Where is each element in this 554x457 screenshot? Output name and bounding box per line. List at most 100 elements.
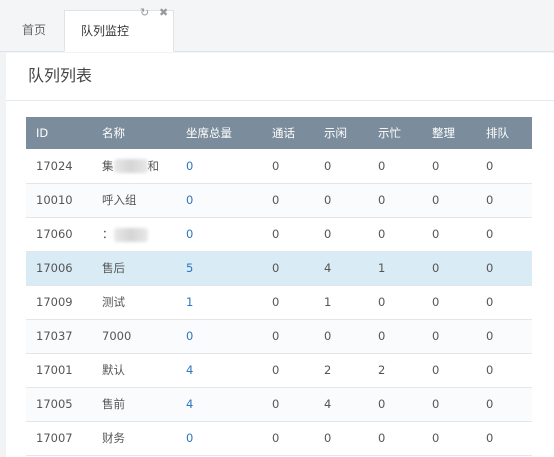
panel-title: 队列列表	[6, 53, 554, 101]
cell-total-agents[interactable]: 4	[176, 353, 262, 388]
redacted-text-mask	[113, 159, 148, 174]
table-row[interactable]: 17060： 0 0 0 0 0 0	[26, 217, 532, 252]
cell-on-call: 0	[262, 421, 314, 456]
column-header-total-agents[interactable]: 坐席总量	[176, 117, 262, 149]
cell-idle: 2	[314, 353, 368, 388]
table-row[interactable]: 17007 财务 0 0 0 0 0 0	[26, 421, 532, 456]
cell-total-agents[interactable]: 1	[176, 285, 262, 320]
cell-id: 17001	[26, 353, 92, 388]
column-header-queued[interactable]: 排队	[476, 117, 532, 149]
cell-name: 测试	[92, 285, 176, 320]
cell-name: 呼入组	[92, 183, 176, 218]
cell-name: 售前	[92, 387, 176, 422]
cell-idle: 0	[314, 421, 368, 456]
cell-on-call: 0	[262, 183, 314, 218]
column-header-busy[interactable]: 示忙	[368, 117, 422, 149]
cell-name: ：	[92, 217, 176, 252]
cell-total-agents[interactable]: 5	[176, 251, 262, 286]
column-header-name[interactable]: 名称	[92, 117, 176, 149]
cell-queued: 0	[476, 421, 532, 456]
cell-total-agents[interactable]: 0	[176, 183, 262, 218]
cell-queued: 0	[476, 285, 532, 320]
cell-wrap-up: 0	[422, 149, 476, 184]
cell-on-call: 0	[262, 217, 314, 252]
cell-id: 17024	[26, 149, 92, 184]
column-header-wrap-up[interactable]: 整理	[422, 117, 476, 149]
tab-bar: 首页 队列监控 ↻ ✖	[0, 0, 554, 52]
cell-queued: 0	[476, 387, 532, 422]
refresh-icon[interactable]: ↻	[140, 3, 149, 23]
cell-wrap-up: 0	[422, 387, 476, 422]
cell-busy: 0	[368, 421, 422, 456]
table-row[interactable]: 17006 售后 5 0 4 1 0 0	[26, 251, 532, 286]
cell-name: 7000	[92, 319, 176, 354]
cell-wrap-up: 0	[422, 183, 476, 218]
cell-id: 17009	[26, 285, 92, 320]
table-row[interactable]: 17001 默认 4 0 2 2 0 0	[26, 353, 532, 388]
cell-busy: 0	[368, 285, 422, 320]
cell-busy: 0	[368, 149, 422, 184]
cell-total-agents[interactable]: 4	[176, 387, 262, 422]
redacted-text-mask	[113, 227, 148, 242]
cell-queued: 0	[476, 217, 532, 252]
column-header-idle[interactable]: 示闲	[314, 117, 368, 149]
cell-queued: 0	[476, 183, 532, 218]
queue-list-panel: 队列列表 ID 名称 坐席总量 通话 示闲 示忙 整理 排队 17024 集 和…	[6, 53, 554, 457]
cell-idle: 4	[314, 387, 368, 422]
table-header-row: ID 名称 坐席总量 通话 示闲 示忙 整理 排队	[26, 117, 532, 149]
cell-wrap-up: 0	[422, 251, 476, 286]
queue-table: ID 名称 坐席总量 通话 示闲 示忙 整理 排队 17024 集和 0 0 0 0 0 0 1…	[26, 117, 532, 456]
cell-on-call: 0	[262, 149, 314, 184]
cell-queued: 0	[476, 251, 532, 286]
cell-on-call: 0	[262, 319, 314, 354]
cell-id: 17037	[26, 319, 92, 354]
cell-on-call: 0	[262, 387, 314, 422]
cell-busy: 1	[368, 251, 422, 286]
table-row[interactable]: 17005 售前 4 0 4 0 0 0	[26, 387, 532, 422]
table-row[interactable]: 10010 呼入组 0 0 0 0 0 0	[26, 183, 532, 218]
tab-home[interactable]: 首页	[10, 10, 60, 52]
column-header-on-call[interactable]: 通话	[262, 117, 314, 149]
cell-busy: 0	[368, 183, 422, 218]
queue-table-body: 17024 集和 0 0 0 0 0 0 10010 呼入组 0 0 0 0 0 0 17060： 0 0 0 0 0 0 1…	[26, 149, 532, 456]
cell-id: 17006	[26, 251, 92, 286]
cell-id: 17060	[26, 217, 92, 252]
cell-idle: 0	[314, 217, 368, 252]
cell-wrap-up: 0	[422, 319, 476, 354]
cell-id: 17007	[26, 421, 92, 456]
cell-busy: 0	[368, 387, 422, 422]
table-row[interactable]: 17009 测试 1 0 1 0 0 0	[26, 285, 532, 320]
cell-name-prefix: 集	[102, 158, 114, 173]
table-row[interactable]: 17037 7000 0 0 0 0 0 0	[26, 319, 532, 354]
cell-busy: 0	[368, 319, 422, 354]
cell-idle: 0	[314, 149, 368, 184]
cell-id: 17005	[26, 387, 92, 422]
cell-name-prefix: ：	[102, 227, 114, 241]
cell-name-suffix: 和	[147, 158, 160, 173]
cell-wrap-up: 0	[422, 285, 476, 320]
cell-total-agents[interactable]: 0	[176, 319, 262, 354]
cell-total-agents[interactable]: 0	[176, 217, 262, 252]
close-icon[interactable]: ✖	[159, 3, 168, 23]
cell-name: 售后	[92, 251, 176, 286]
tab-home-label: 首页	[22, 23, 47, 37]
cell-on-call: 0	[262, 353, 314, 388]
table-row[interactable]: 17024 集和 0 0 0 0 0 0	[26, 149, 532, 184]
tab-queue-monitor[interactable]: 队列监控 ↻ ✖	[64, 6, 174, 52]
tab-queue-monitor-label: 队列监控	[81, 24, 130, 38]
cell-total-agents[interactable]: 0	[176, 421, 262, 456]
cell-idle: 0	[314, 319, 368, 354]
column-header-id[interactable]: ID	[26, 117, 92, 149]
cell-on-call: 0	[262, 251, 314, 286]
cell-queued: 0	[476, 319, 532, 354]
cell-idle: 4	[314, 251, 368, 286]
cell-name: 财务	[92, 421, 176, 456]
cell-wrap-up: 0	[422, 353, 476, 388]
cell-busy: 0	[368, 217, 422, 252]
cell-name: 默认	[92, 353, 176, 388]
cell-idle: 0	[314, 183, 368, 218]
cell-on-call: 0	[262, 285, 314, 320]
cell-busy: 2	[368, 353, 422, 388]
cell-total-agents[interactable]: 0	[176, 149, 262, 184]
cell-idle: 1	[314, 285, 368, 320]
